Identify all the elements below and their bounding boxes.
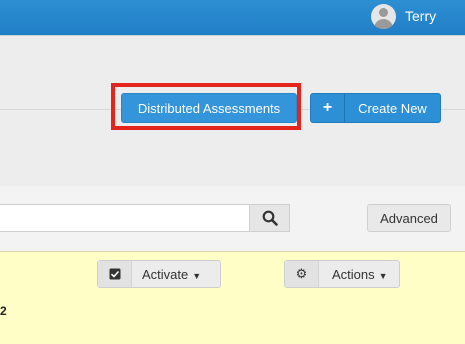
advanced-button[interactable]: Advanced	[367, 204, 451, 232]
user-avatar-icon[interactable]	[371, 4, 396, 29]
username-label[interactable]: Terry	[405, 8, 436, 24]
activate-button[interactable]: Activate ▼	[97, 260, 221, 288]
create-new-button[interactable]: + Create New	[310, 93, 441, 123]
caret-down-icon: ▼	[192, 270, 202, 281]
plus-icon: +	[311, 94, 345, 122]
caret-down-icon: ▼	[378, 270, 388, 281]
top-navbar: Terry	[0, 0, 465, 35]
distributed-assessments-button[interactable]: Distributed Assessments	[121, 93, 297, 123]
search-button[interactable]	[250, 204, 290, 232]
item-text: 2	[0, 304, 7, 318]
actions-button[interactable]: ⚙ Actions ▼	[284, 260, 400, 288]
gear-icon: ⚙	[295, 266, 308, 281]
actions-label: Actions	[332, 266, 375, 282]
search-input[interactable]	[0, 204, 250, 232]
checkbox-icon	[109, 268, 120, 280]
activate-label: Activate	[142, 266, 189, 282]
create-new-label: Create New	[358, 100, 427, 116]
search-icon	[262, 210, 278, 226]
